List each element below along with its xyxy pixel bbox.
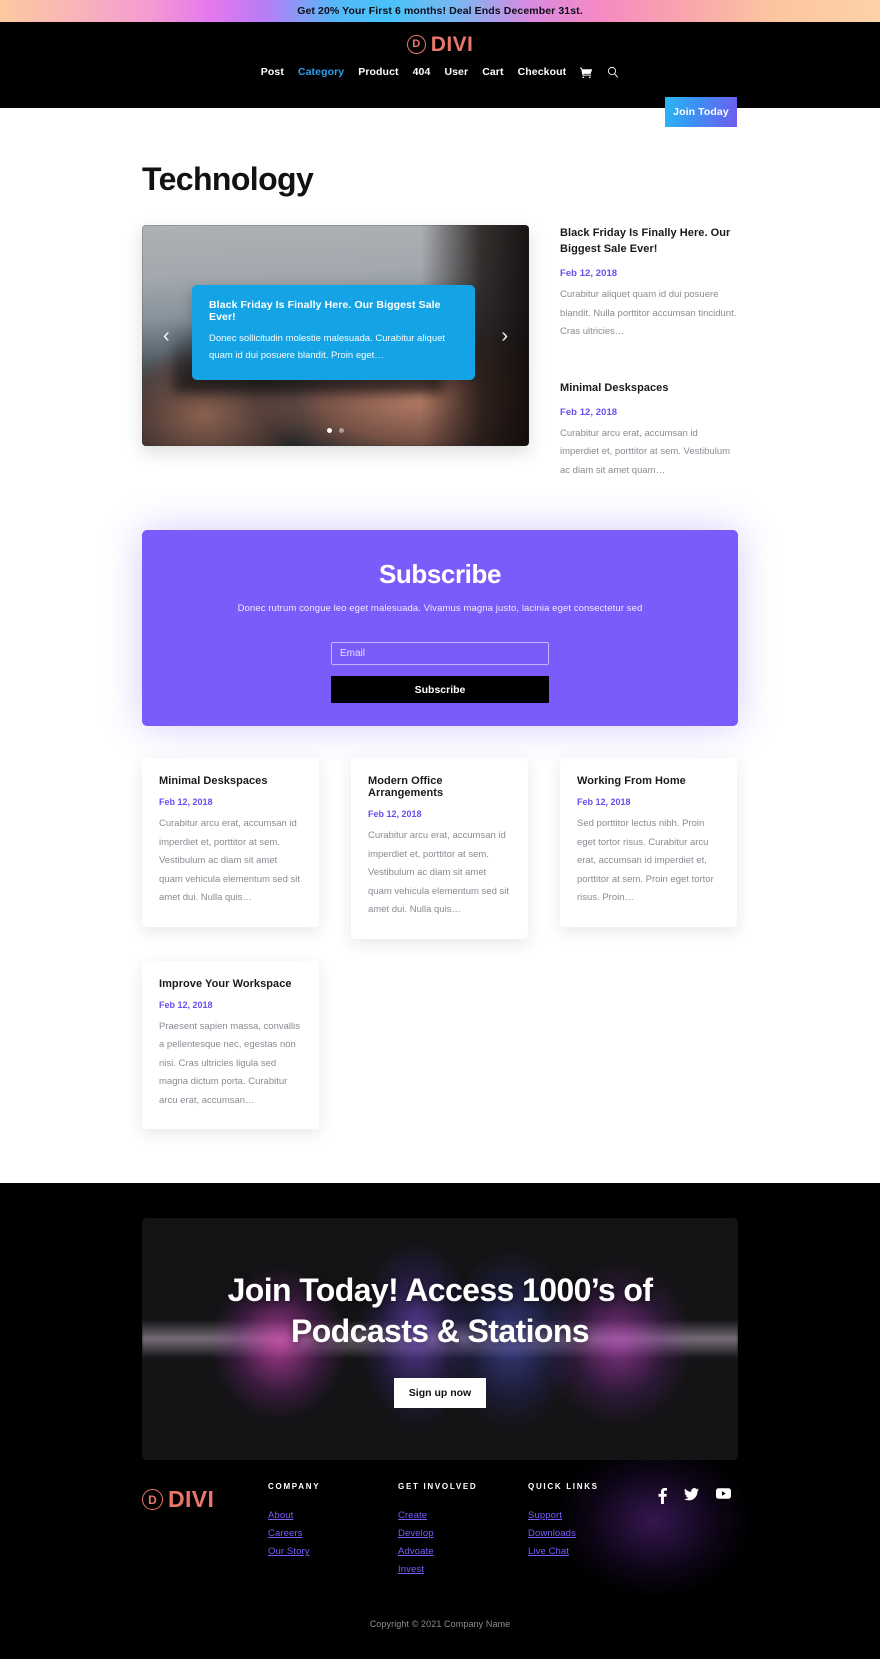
blog-card-title: Improve Your Workspace [159,977,292,990]
cta-section: Join Today! Access 1000’s of Podcasts & … [0,1183,880,1461]
sidebar-post[interactable]: Black Friday Is Finally Here. Our Bigges… [560,226,738,341]
divi-logo-icon: D [406,35,426,54]
subscribe-button[interactable]: Subscribe [331,676,549,704]
sidebar-post-title: Black Friday Is Finally Here. Our Bigges… [560,227,731,256]
cta-heading-line1: Join Today! Access 1000’s of [227,1272,653,1309]
nav-item-user[interactable]: User [444,67,468,78]
divi-logo-icon: D [142,1489,163,1511]
copyright-text: Copyright © 2021 Company Name [369,1619,511,1630]
sidebar-post-date: Feb 12, 2018 [560,406,618,418]
slider-dot-active[interactable] [327,428,332,434]
blog-card-excerpt: Praesent sapien massa, convallis a pelle… [159,1020,300,1106]
main-navigation: Post Category Product 404 User Cart Chec… [261,66,619,78]
cta-panel: Join Today! Access 1000’s of Podcasts & … [142,1218,738,1461]
blog-card-date: Feb 12, 2018 [368,809,422,820]
join-today-button[interactable]: Join Today [665,97,737,127]
site-footer: D DIVI Company About Careers Our Story G… [0,1460,880,1659]
blog-card-date: Feb 12, 2018 [159,797,213,808]
slide-caption-text: Donec sollicitudin molestie malesuada. C… [209,333,446,361]
cta-heading-line2: Podcasts & Stations [290,1312,590,1349]
footer-column-heading: Company [268,1482,321,1492]
hero-row: Black Friday Is Finally Here. Our Bigges… [142,225,738,480]
slide-caption-title: Black Friday Is Finally Here. Our Bigges… [209,299,441,324]
blog-card-excerpt: Sed porttitor lectus nibh. Proin eget to… [577,818,714,904]
announcement-bar: Get 20% Your First 6 months! Deal Ends D… [0,0,880,22]
email-input[interactable] [331,642,549,666]
footer-column-get-involved: Get Involved Create Develop Advoate Inve… [398,1482,528,1575]
blog-card-date: Feb 12, 2018 [577,797,631,808]
announcement-text: Get 20% Your First 6 months! Deal Ends D… [297,5,583,17]
footer-logo[interactable]: D DIVI [142,1482,268,1575]
footer-column-heading: Get Involved [398,1482,478,1492]
footer-link-create[interactable]: Create [398,1510,427,1521]
footer-logo-wordmark: DIVI [168,1486,215,1513]
facebook-icon[interactable] [658,1488,667,1505]
blog-card-title: Working From Home [577,775,686,788]
sidebar-post-excerpt: Curabitur aliquet quam id dui posuere bl… [560,289,737,338]
footer-column-company: Company About Careers Our Story [268,1482,398,1575]
nav-item-post[interactable]: Post [261,67,284,78]
nav-item-cart[interactable]: Cart [482,67,503,78]
footer-link-live-chat[interactable]: Live Chat [528,1546,569,1557]
sidebar-post-date: Feb 12, 2018 [560,268,618,280]
nav-item-category[interactable]: Category [298,67,344,78]
subscribe-description: Donec rutrum congue leo eget malesuada. … [237,603,643,615]
footer-link-develop[interactable]: Develop [398,1528,434,1539]
nav-item-404[interactable]: 404 [413,67,431,78]
page-root: Get 20% Your First 6 months! Deal Ends D… [0,0,880,1659]
blog-card-title: Modern Office Arrangements [368,775,444,800]
nav-item-product[interactable]: Product [358,67,398,78]
search-icon[interactable] [607,66,619,78]
blog-card-row-second: Improve Your Workspace Feb 12, 2018 Prae… [142,960,738,1130]
site-header: D DIVI Post Category Product 404 User Ca… [0,22,880,127]
blog-card[interactable]: Minimal Deskspaces Feb 12, 2018 Curabitu… [142,758,319,927]
footer-link-support[interactable]: Support [528,1510,562,1521]
blog-card-date: Feb 12, 2018 [159,999,213,1010]
sidebar-posts: Black Friday Is Finally Here. Our Bigges… [560,225,738,480]
sidebar-post[interactable]: Minimal Deskspaces Feb 12, 2018 Curabitu… [560,381,738,480]
twitter-icon[interactable] [684,1488,699,1501]
slider-prev-arrow-icon[interactable]: ‹ [159,322,174,350]
footer-link-careers[interactable]: Careers [268,1528,303,1539]
main-content: Technology Black Friday Is Finally Here.… [0,108,880,1148]
subscribe-section: Subscribe Donec rutrum congue leo eget m… [142,530,738,727]
slider-next-arrow-icon[interactable]: › [497,322,512,350]
youtube-icon[interactable] [716,1488,731,1499]
blog-card[interactable]: Modern Office Arrangements Feb 12, 2018 … [351,758,528,939]
nav-item-checkout[interactable]: Checkout [518,67,567,78]
cart-icon[interactable] [580,67,593,78]
footer-link-invest[interactable]: Invest [398,1564,424,1575]
slider-dot[interactable] [339,428,344,434]
footer-link-our-story[interactable]: Our Story [268,1546,310,1557]
site-logo[interactable]: D DIVI [406,33,474,56]
slider-pagination [142,428,529,434]
sidebar-post-title: Minimal Deskspaces [560,381,669,394]
sign-up-now-button[interactable]: Sign up now [394,1378,486,1409]
slide-caption: Black Friday Is Finally Here. Our Bigges… [192,285,475,381]
blog-card-excerpt: Curabitur arcu erat, accumsan id imperdi… [368,830,509,916]
blog-card[interactable]: Working From Home Feb 12, 2018 Sed portt… [560,758,737,927]
cta-heading: Join Today! Access 1000’s of Podcasts & … [228,1270,653,1351]
logo-wordmark: DIVI [430,33,474,56]
footer-link-about[interactable]: About [268,1510,293,1521]
footer-column-quick-links: Quick Links Support Downloads Live Chat [528,1482,658,1575]
featured-slider[interactable]: Black Friday Is Finally Here. Our Bigges… [142,225,529,447]
page-title: Technology [142,161,314,197]
blog-card-title: Minimal Deskspaces [159,775,268,788]
blog-card-excerpt: Curabitur arcu erat, accumsan id imperdi… [159,818,300,904]
footer-column-heading: Quick Links [528,1482,599,1492]
footer-link-advoate[interactable]: Advoate [398,1546,434,1557]
social-links [658,1482,738,1575]
blog-card[interactable]: Improve Your Workspace Feb 12, 2018 Prae… [142,960,319,1130]
footer-link-downloads[interactable]: Downloads [528,1528,576,1539]
subscribe-title: Subscribe [378,559,502,590]
sidebar-post-excerpt: Curabitur arcu erat, accumsan id imperdi… [560,427,731,476]
blog-card-row: Minimal Deskspaces Feb 12, 2018 Curabitu… [142,758,738,939]
